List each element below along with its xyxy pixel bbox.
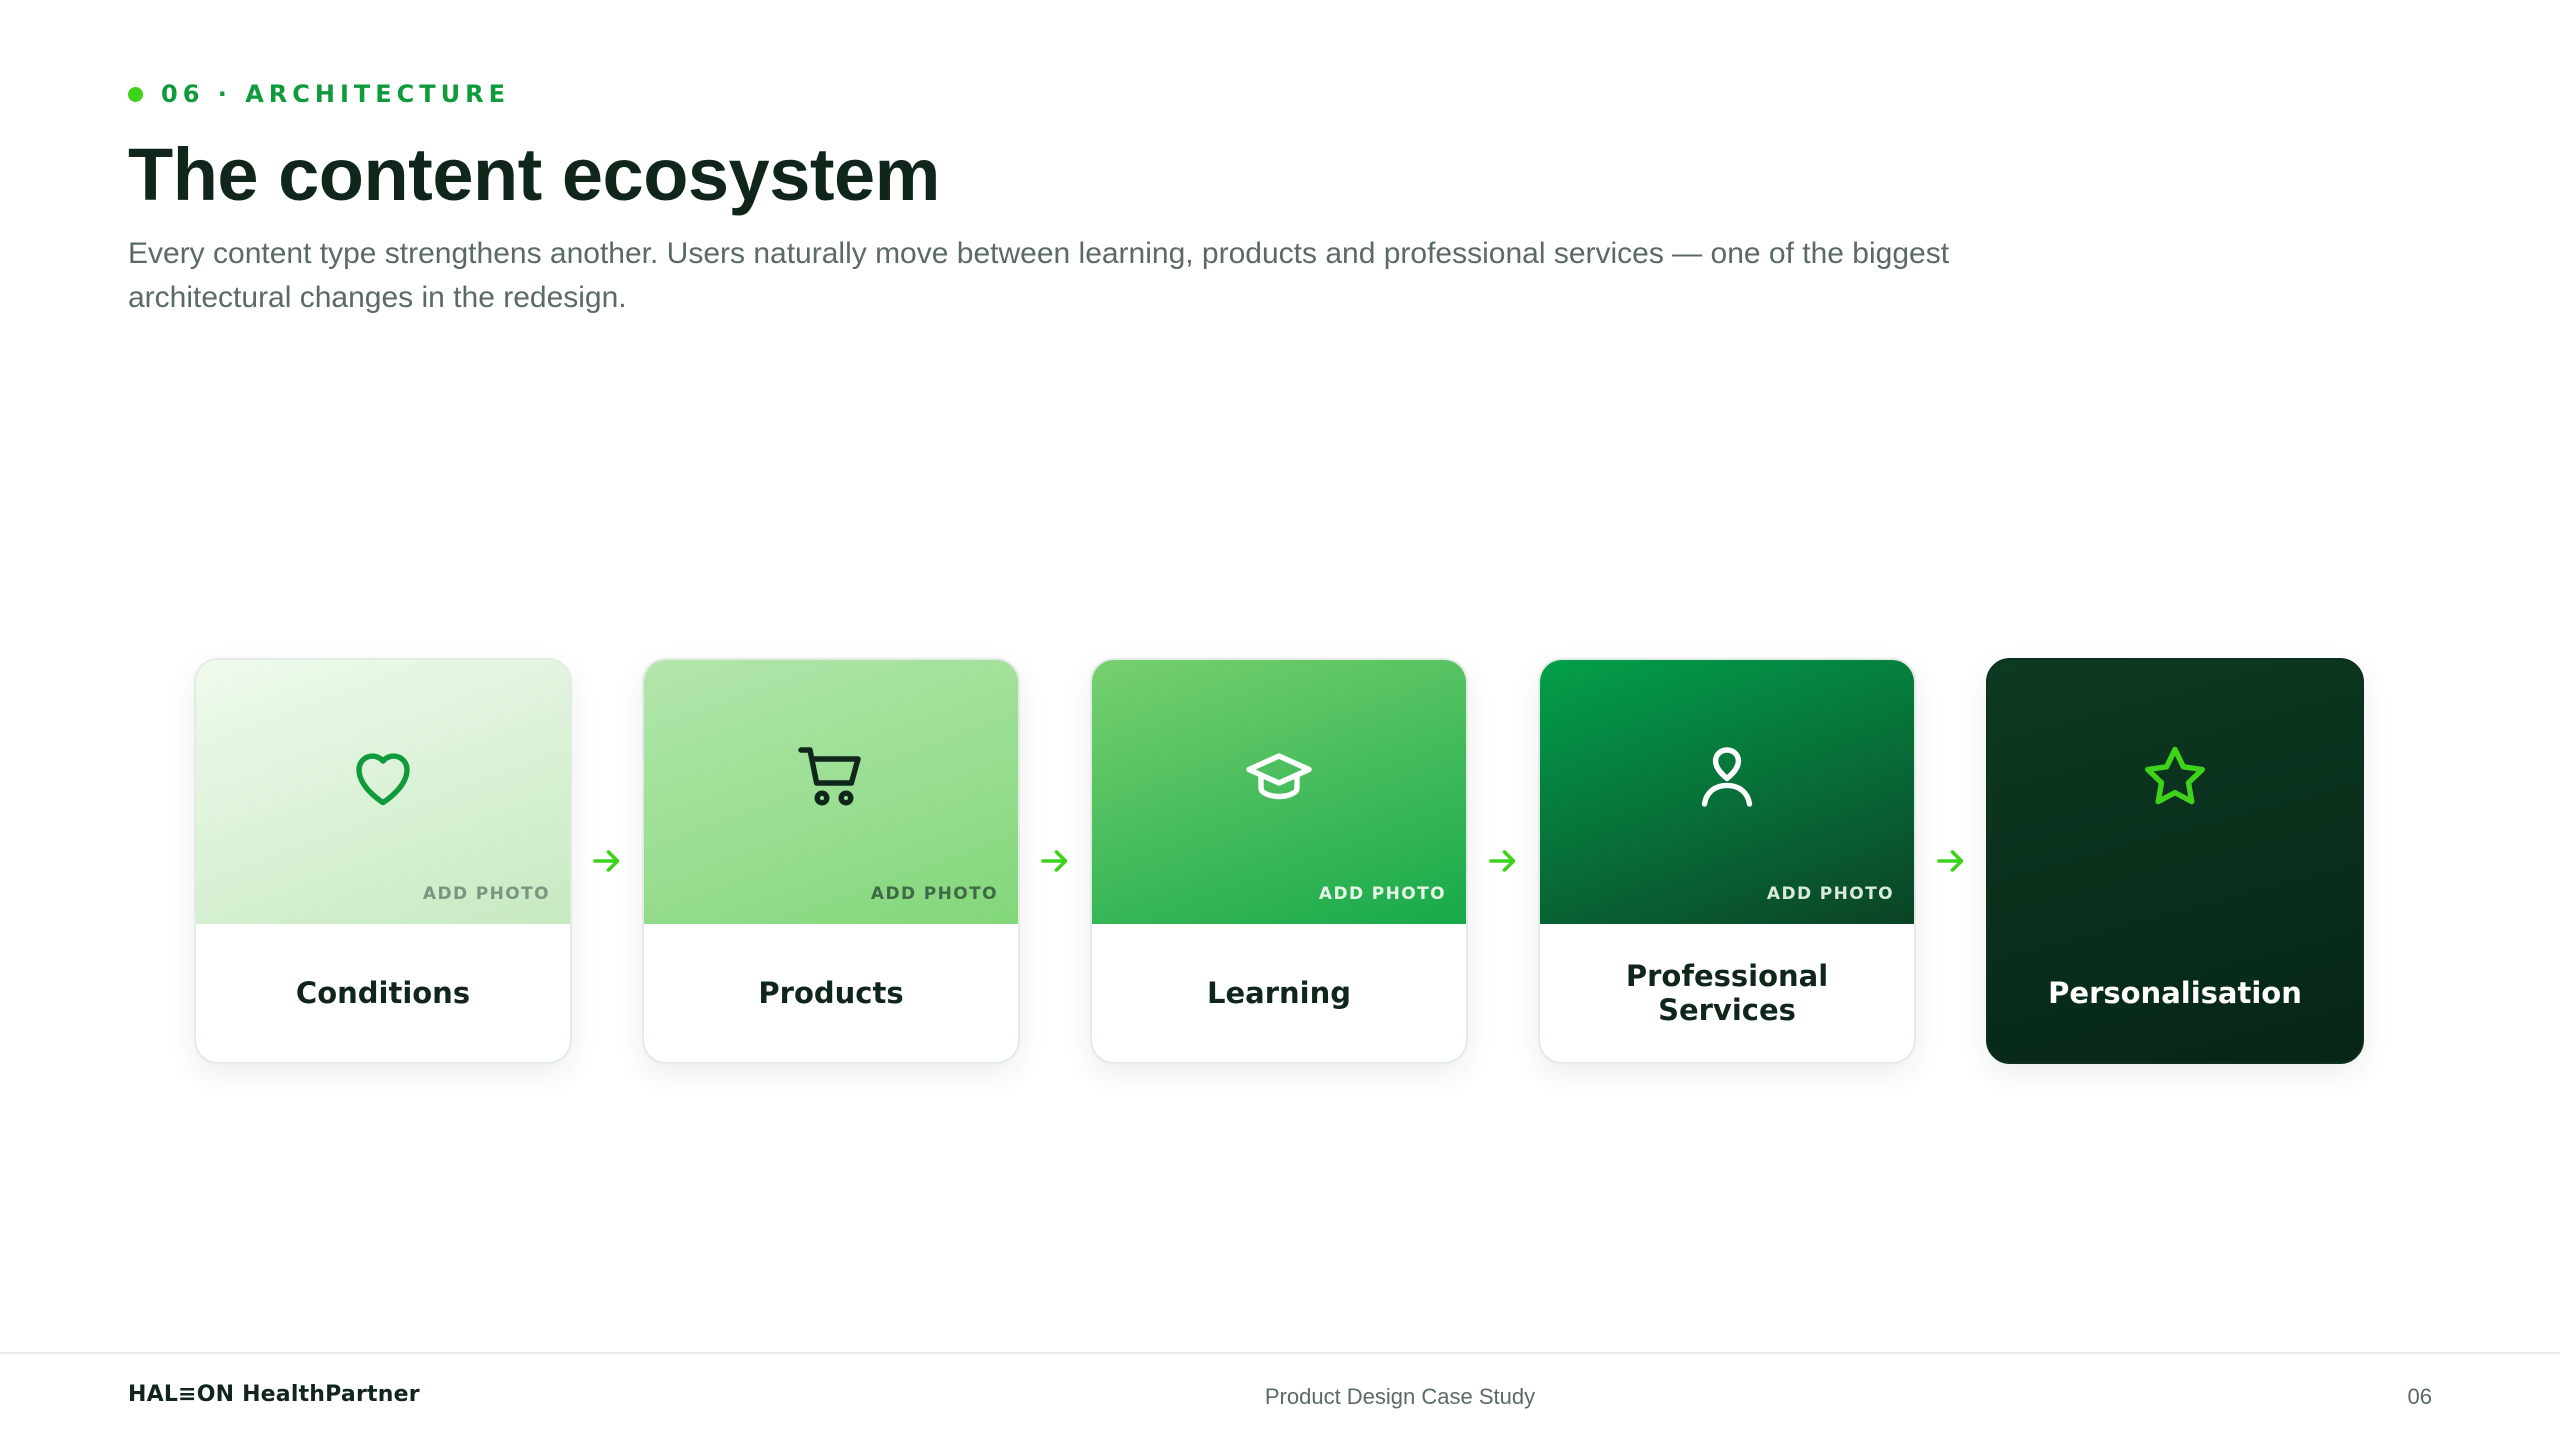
card-conditions[interactable]: ADD PHOTO Conditions [194,658,572,1064]
card-media: ADD PHOTO [644,660,1018,924]
page-subtitle: Every content type strengthens another. … [128,237,1950,314]
cart-icon [795,741,867,813]
arrow-right-icon [1468,841,1538,881]
card-label: Products [758,976,904,1010]
card-label: Professional Services [1625,959,1829,1027]
card-media [1988,660,2362,924]
card-media: ADD PHOTO [196,660,570,924]
star-icon [2139,741,2211,813]
card-learning[interactable]: ADD PHOTO Learning [1090,658,1468,1064]
arrow-right-icon [1916,841,1986,881]
add-photo-button[interactable]: ADD PHOTO [1319,884,1446,904]
page-number: 06 [2407,1384,2432,1409]
footer: HAL≡ON HealthPartner Product Design Case… [0,1376,2560,1416]
card-label: Conditions [295,976,471,1010]
page-title: The content ecosystem [128,133,940,216]
card-label: Learning [1206,976,1351,1010]
user-icon [1691,741,1763,813]
section-eyebrow: 06 · ARCHITECTURE [128,80,510,108]
eyebrow-text: 06 · ARCHITECTURE [161,80,511,108]
add-photo-button[interactable]: ADD PHOTO [871,884,998,904]
card-products[interactable]: ADD PHOTO Products [642,658,1020,1064]
footer-divider [0,1352,2560,1354]
add-photo-button[interactable]: ADD PHOTO [423,884,550,904]
card-label: Personalisation [2048,976,2302,1010]
arrow-right-icon [1020,841,1090,881]
card-media: ADD PHOTO [1092,660,1466,924]
arrow-right-icon [572,841,642,881]
card-personalisation[interactable]: Personalisation [1986,658,2364,1064]
footer-caption: Product Design Case Study [1264,1384,1536,1409]
card-media: ADD PHOTO [1540,660,1914,924]
heart-icon [347,741,419,813]
card-professional-services[interactable]: ADD PHOTO Professional Services [1538,658,1916,1064]
content-flow: ADD PHOTO Conditions ADD PHOTO Products [194,658,2364,1064]
graduation-cap-icon [1243,741,1315,813]
eyebrow-dot [128,86,143,102]
add-photo-button[interactable]: ADD PHOTO [1767,884,1894,904]
